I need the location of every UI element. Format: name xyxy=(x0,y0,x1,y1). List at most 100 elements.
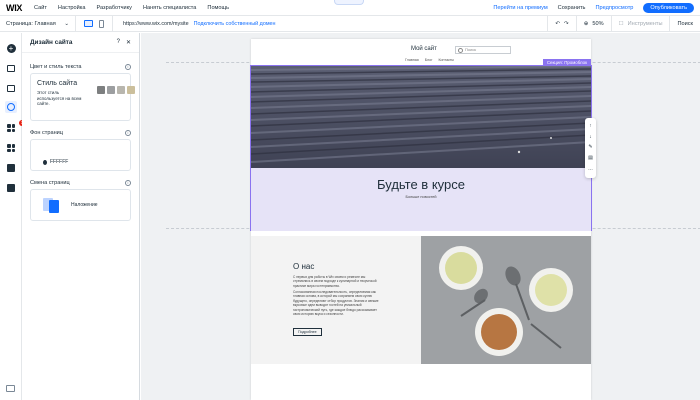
transition-icon xyxy=(43,196,61,214)
more-icon[interactable]: … xyxy=(588,167,593,172)
panel-header: Дизайн сайта ? ✕ xyxy=(22,33,139,53)
site-nav-home[interactable]: Главная xyxy=(405,58,419,62)
pages-button[interactable] xyxy=(6,83,16,93)
about-section[interactable]: О нас С первых дня работы в Wix своем и … xyxy=(251,236,591,364)
site-title[interactable]: Мой сайт xyxy=(411,46,437,52)
zoom-control[interactable]: ⊕ 50% xyxy=(575,15,611,32)
add-section-button[interactable] xyxy=(6,63,16,73)
close-icon[interactable]: ✕ xyxy=(126,39,131,46)
lavender-field-image xyxy=(251,66,591,168)
hero-image[interactable] xyxy=(251,66,591,168)
search-label: Поиск xyxy=(677,20,693,27)
help-icon[interactable]: ? xyxy=(117,39,120,46)
media-button[interactable] xyxy=(6,163,16,173)
tools-button[interactable]: ☐ Инструменты xyxy=(610,15,670,32)
edit-icon[interactable]: ✎ xyxy=(588,145,592,150)
tea-cups-image[interactable] xyxy=(421,236,591,364)
editor-toolbar: Страница: Главная ⌄ https://www.wix.com/… xyxy=(0,15,700,32)
page-selector[interactable]: Страница: Главная ⌄ xyxy=(0,15,76,32)
top-menu-bar: WIX Сайт Настройка Разработчику Нанять с… xyxy=(0,0,700,16)
desktop-icon[interactable] xyxy=(84,20,93,27)
layout-icon[interactable]: ▤ xyxy=(588,156,593,161)
background-section-label: Фон страниц i xyxy=(22,127,139,139)
transition-section-label: Смена страниц i xyxy=(22,177,139,189)
theme-section-label: Цвет и стиль текста i xyxy=(22,61,139,73)
about-text-block[interactable]: О нас С первых дня работы в Wix своем и … xyxy=(251,236,421,364)
color-swatch xyxy=(107,86,115,94)
page-background-card[interactable]: FFFFFF xyxy=(30,139,131,171)
blog-icon xyxy=(7,184,15,192)
tea-cups-photo xyxy=(421,236,591,364)
about-paragraph[interactable]: Согласованная последовательность, опреде… xyxy=(293,290,379,316)
transition-label: Наложение xyxy=(71,202,98,208)
menu-item-developer[interactable]: Разработчику xyxy=(96,5,131,11)
site-url-bar: https://www.wix.com/mysite Подключить со… xyxy=(113,21,547,27)
info-icon[interactable]: i xyxy=(125,130,131,136)
palette-icon xyxy=(7,103,15,111)
site-search-input[interactable]: Поиск xyxy=(455,46,511,54)
pages-icon xyxy=(7,84,15,92)
upgrade-link[interactable]: Перейти на премиум xyxy=(493,5,547,11)
left-rail: + 1 xyxy=(0,33,25,400)
about-paragraph[interactable]: С первых дня работы в Wix своем и ремесл… xyxy=(293,275,379,288)
zoom-icon: ⊕ xyxy=(583,20,589,27)
tools-checkbox-icon: ☐ xyxy=(618,20,624,27)
move-down-icon[interactable]: ↓ xyxy=(589,134,592,140)
menu-item-help[interactable]: Помощь xyxy=(207,5,229,11)
site-theme-card[interactable]: Стиль сайта Этот стиль используется на в… xyxy=(30,73,135,121)
zoom-value: 50% xyxy=(592,20,604,27)
site-nav-blog[interactable]: Блог xyxy=(425,58,433,62)
hero-text-band[interactable]: Будьте в курсе Больше новостей xyxy=(251,168,591,231)
wix-logo: WIX xyxy=(6,2,23,13)
search-button[interactable]: Поиск xyxy=(669,15,700,32)
blog-button[interactable] xyxy=(6,183,16,193)
theme-section-title: Цвет и стиль текста xyxy=(30,64,82,70)
menu-item-settings[interactable]: Настройка xyxy=(58,5,86,11)
connect-domain-link[interactable]: Подключить собственный домен xyxy=(194,21,276,27)
info-icon[interactable]: i xyxy=(125,64,131,70)
editor-canvas[interactable]: Мой сайт Поиск Главная Блог Контакты Сек… xyxy=(141,33,700,400)
section-tag[interactable]: Секция: Промоблок xyxy=(542,59,591,66)
page-selector-label: Страница: Главная xyxy=(6,20,56,27)
menu-item-hire[interactable]: Нанять специалиста xyxy=(143,5,196,11)
save-button[interactable]: Сохранить xyxy=(558,5,586,11)
redo-icon[interactable]: ↷ xyxy=(564,21,569,27)
hero-heading[interactable]: Будьте в курсе xyxy=(251,177,591,192)
site-design-panel: Дизайн сайта ? ✕ Цвет и стиль текста i С… xyxy=(22,33,140,400)
section-floating-toolbar: ↑ ↓ ✎ ▤ … xyxy=(585,118,596,178)
transition-section-title: Смена страниц xyxy=(30,180,70,186)
plus-icon: + xyxy=(6,43,16,53)
business-button[interactable] xyxy=(6,143,16,153)
add-elements-button[interactable]: + xyxy=(6,43,16,53)
undo-redo: ↶ ↷ xyxy=(547,15,575,32)
about-title[interactable]: О нас xyxy=(293,262,314,271)
chevron-down-icon: ⌄ xyxy=(64,20,69,27)
hero-subtitle[interactable]: Больше новостей xyxy=(251,195,591,199)
publish-button[interactable]: Опубликовать xyxy=(643,3,694,13)
top-notch-handle[interactable] xyxy=(334,0,364,5)
color-drop-icon xyxy=(43,159,47,165)
mobile-icon[interactable] xyxy=(99,19,104,28)
background-color-value: FFFFFF xyxy=(43,159,68,165)
about-more-button[interactable]: Подробнее xyxy=(293,328,322,336)
business-icon xyxy=(7,144,15,152)
move-up-icon[interactable]: ↑ xyxy=(589,123,592,129)
apps-button[interactable]: 1 xyxy=(6,120,25,133)
site-design-button[interactable] xyxy=(5,101,17,113)
section-icon xyxy=(7,64,15,72)
promo-section[interactable]: Секция: Промоблок Будьте в курсе Больше … xyxy=(250,59,592,231)
theme-description: Этот стиль используется на всем сайте. xyxy=(37,90,82,106)
site-header[interactable]: Мой сайт Поиск Главная Блог Контакты xyxy=(251,39,591,65)
layers-icon[interactable] xyxy=(6,385,15,392)
color-swatches xyxy=(97,86,135,94)
page-transition-card[interactable]: Наложение xyxy=(30,189,131,221)
undo-icon[interactable]: ↶ xyxy=(555,21,560,27)
info-icon[interactable]: i xyxy=(125,180,131,186)
main-menu: Сайт Настройка Разработчику Нанять специ… xyxy=(34,5,229,11)
tools-label: Инструменты xyxy=(627,20,663,27)
media-icon xyxy=(7,164,15,172)
site-preview[interactable]: Мой сайт Поиск Главная Блог Контакты Сек… xyxy=(250,39,592,400)
menu-item-site[interactable]: Сайт xyxy=(34,5,47,11)
site-nav-contacts[interactable]: Контакты xyxy=(438,58,454,62)
preview-button[interactable]: Предпросмотр xyxy=(595,5,633,11)
